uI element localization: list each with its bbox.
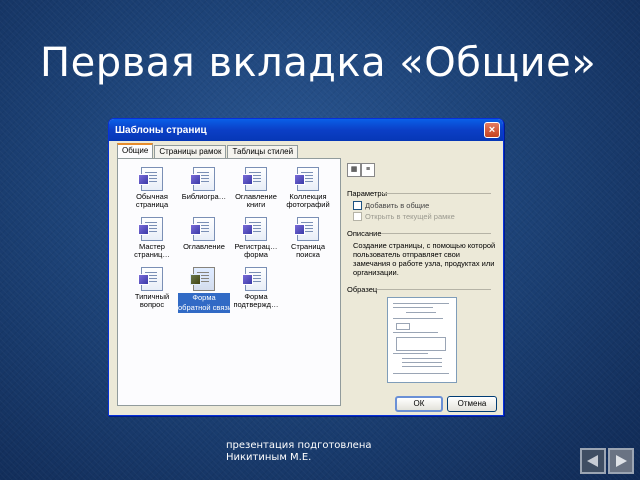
template-item[interactable]: Форма подтвержд… — [230, 267, 282, 309]
preview-line — [402, 358, 442, 359]
preview-group-label: Образец — [347, 285, 378, 294]
large-icons-icon[interactable]: ▦ — [347, 163, 361, 177]
credit-text: презентация подготовлена Никитиным М.Е. — [226, 440, 372, 463]
preview-line — [393, 318, 443, 319]
templates-list: Обычная страница Библиогра… Оглавление к… — [117, 158, 341, 406]
preview-line — [406, 312, 436, 313]
dialog-titlebar[interactable]: Шаблоны страниц — [109, 119, 503, 141]
template-item[interactable]: Оглавление — [178, 217, 230, 251]
preview-line — [393, 353, 428, 354]
checkbox-box — [353, 201, 362, 210]
add-to-general-checkbox[interactable]: Добавить в общие — [353, 201, 429, 210]
template-description: Создание страницы, с помощью которой пол… — [353, 241, 496, 277]
next-slide-icon[interactable] — [608, 448, 634, 474]
cancel-button[interactable]: Отмена — [447, 396, 497, 412]
page-template-icon — [190, 167, 215, 191]
close-button[interactable]: × — [484, 122, 500, 138]
page-template-icon — [242, 167, 267, 191]
page-template-icon — [138, 167, 163, 191]
preview-box — [396, 337, 446, 351]
preview-line — [393, 307, 433, 308]
template-item[interactable]: Мастер страниц… — [126, 217, 178, 259]
template-item[interactable]: Коллекция фотографий — [282, 167, 334, 209]
checkbox-box — [353, 212, 362, 221]
slide-title: Первая вкладка «Общие» — [40, 40, 597, 86]
template-item[interactable]: Оглавление книги — [230, 167, 282, 209]
page-template-icon — [138, 267, 163, 291]
previous-slide-icon[interactable] — [580, 448, 606, 474]
dialog-title: Шаблоны страниц — [115, 124, 207, 136]
divider — [381, 193, 491, 194]
divider — [381, 233, 491, 234]
list-view-icon[interactable]: ≡ — [361, 163, 375, 177]
ok-button[interactable]: ОК — [395, 396, 443, 412]
preview-line — [393, 332, 438, 333]
preview-line — [393, 373, 449, 374]
page-template-icon — [294, 167, 319, 191]
tab-style-sheets[interactable]: Таблицы стилей — [227, 145, 299, 158]
template-item-selected[interactable]: Форма обратной связи — [178, 267, 230, 313]
description-group-label: Описание — [347, 229, 382, 238]
tab-frames-pages[interactable]: Страницы рамок — [154, 145, 227, 158]
template-item[interactable]: Типичный вопрос — [126, 267, 178, 309]
open-in-current-frame-checkbox[interactable]: Открыть в текущей рамке — [353, 212, 455, 221]
page-template-icon — [242, 267, 267, 291]
page-template-icon — [138, 217, 163, 241]
template-item[interactable]: Библиогра… — [178, 167, 230, 201]
page-template-icon — [190, 267, 215, 291]
page-template-icon — [294, 217, 319, 241]
tab-general[interactable]: Общие — [117, 143, 154, 159]
divider — [377, 289, 491, 290]
template-item[interactable]: Обычная страница — [126, 167, 178, 209]
template-item[interactable]: Регистрац… форма — [230, 217, 282, 259]
preview-box — [396, 323, 410, 330]
view-toggle: ▦ ≡ — [347, 163, 375, 177]
template-preview — [387, 297, 457, 383]
tab-strip: Общие Страницы рамок Таблицы стилей — [117, 143, 299, 159]
page-template-icon — [242, 217, 267, 241]
page-template-icon — [190, 217, 215, 241]
preview-line — [402, 362, 442, 363]
template-item[interactable]: Страница поиска — [282, 217, 334, 259]
page-templates-dialog: Шаблоны страниц × Общие Страницы рамок Т… — [108, 118, 504, 416]
preview-line — [402, 366, 442, 367]
preview-line — [393, 303, 449, 304]
